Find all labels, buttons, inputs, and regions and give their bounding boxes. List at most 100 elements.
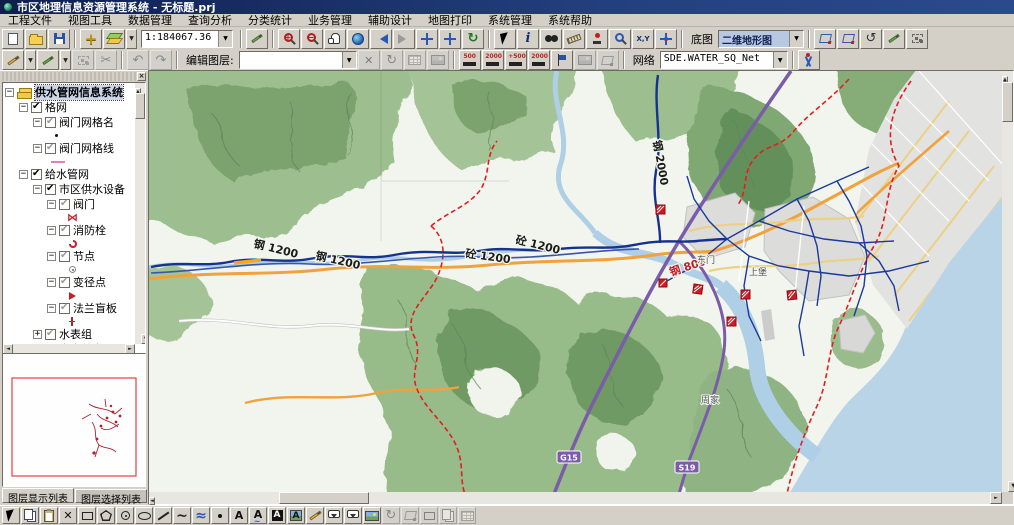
map-horizontal-scrollbar[interactable]: ◄ ► [149, 492, 1002, 504]
previous-view-button[interactable] [370, 29, 392, 49]
collapse-icon[interactable] [47, 278, 56, 287]
expand-icon[interactable] [33, 330, 42, 339]
layer-checkbox[interactable] [59, 251, 70, 262]
pencil-tool-button[interactable] [37, 50, 59, 70]
measure-button[interactable] [563, 29, 585, 49]
collapse-icon[interactable] [19, 170, 28, 179]
zoom-out-button[interactable]: − [301, 29, 323, 49]
layer-checkbox[interactable] [31, 102, 42, 113]
sketch-tool-dropdown[interactable]: ▼ [25, 50, 36, 70]
draw-polygon-button[interactable] [97, 507, 115, 524]
draw-rectangle-button[interactable] [78, 507, 96, 524]
collapse-icon[interactable] [5, 88, 14, 97]
layer-manager-dropdown[interactable]: ▼ [126, 29, 137, 49]
overview-map[interactable] [2, 353, 146, 487]
text-pen-button[interactable] [306, 507, 324, 524]
annotation-500-button[interactable]: 500 [459, 50, 481, 70]
menu-system-management[interactable]: 系统管理 [480, 14, 540, 27]
map-vertical-scrollbar[interactable]: ▲ ▼ [1002, 71, 1013, 492]
select-feature-button[interactable] [494, 29, 516, 49]
full-extent-button[interactable] [347, 29, 369, 49]
tree-node-grid[interactable]: 格网 [3, 100, 135, 115]
sketch-tool-button[interactable] [2, 50, 24, 70]
edit-layer-dropdown[interactable]: ▼ [342, 52, 356, 68]
pointer-flash-tool-button[interactable] [246, 29, 268, 49]
menu-assist-design[interactable]: 辅助设计 [360, 14, 420, 27]
layer-manager-button[interactable] [103, 29, 125, 49]
annotation-plus500-button[interactable]: +500 [505, 50, 527, 70]
network-combo[interactable]: SDE.WATER_SQ_Net ▼ [660, 51, 788, 69]
menu-project-file[interactable]: 工程文件 [0, 14, 60, 27]
collapse-icon[interactable] [47, 226, 56, 235]
select-annotation-button[interactable] [2, 507, 20, 524]
map-vscroll-thumb[interactable] [1002, 82, 1013, 122]
center-map-button[interactable] [655, 29, 677, 49]
basemap-combo[interactable]: 二维地形图 ▼ [718, 30, 804, 48]
title-bar[interactable]: 市区地理信息资源管理系统 - 无标题.prj [0, 0, 1014, 14]
reshape-button[interactable] [837, 29, 859, 49]
rotate-shape-button[interactable]: ↺ [860, 29, 882, 49]
collapse-icon[interactable] [33, 118, 42, 127]
layer-tree-viewport[interactable]: 供水管网信息系统 格网 阀门网格名 [3, 83, 135, 344]
collapse-icon[interactable] [19, 103, 28, 112]
scroll-down-button[interactable]: ▼ [141, 334, 146, 344]
panel-grip[interactable]: × [2, 72, 146, 81]
menu-map-print[interactable]: 地图打印 [420, 14, 480, 27]
copy-button[interactable] [21, 507, 39, 524]
pencil-tool-dropdown[interactable]: ▼ [60, 50, 71, 70]
layer-checkbox[interactable] [59, 225, 70, 236]
basemap-dropdown[interactable]: ▼ [789, 31, 803, 47]
map-scroll-right-button[interactable]: ► [990, 492, 1002, 504]
zoom-center-button[interactable] [439, 29, 461, 49]
menu-data-management[interactable]: 数据管理 [120, 14, 180, 27]
tree-node-valve-grid-name[interactable]: 阀门网格名 [3, 115, 135, 130]
identify-button[interactable]: i [517, 29, 539, 49]
map-hscroll-thumb[interactable] [279, 492, 369, 504]
collapse-icon[interactable] [47, 200, 56, 209]
open-project-button[interactable] [25, 29, 47, 49]
pan-button[interactable] [324, 29, 346, 49]
offset-shape-button[interactable] [906, 29, 928, 49]
scroll-thumb[interactable] [135, 93, 145, 119]
scale-dropdown[interactable]: ▼ [218, 31, 232, 47]
menu-query-analysis[interactable]: 查询分析 [180, 14, 240, 27]
menu-view-tools[interactable]: 视图工具 [60, 14, 120, 27]
tree-node-node[interactable]: 节点 [3, 249, 135, 264]
panel-close-button[interactable]: × [137, 72, 146, 81]
zoom-in-button[interactable]: + [278, 29, 300, 49]
tree-node-hydrant[interactable]: 消防栓 [3, 223, 135, 238]
collapse-icon[interactable] [33, 185, 42, 194]
map-scroll-left-button[interactable]: ◄ [149, 497, 155, 505]
text-block-button[interactable] [268, 507, 286, 524]
text-picture-button[interactable] [287, 507, 305, 524]
draw-freehand-button[interactable]: ≈ [192, 507, 210, 524]
layer-checkbox[interactable] [45, 117, 56, 128]
draw-circle-button[interactable] [116, 507, 134, 524]
new-document-button[interactable] [2, 29, 24, 49]
gps-locate-button[interactable] [586, 29, 608, 49]
draw-ellipse-button[interactable] [135, 507, 153, 524]
text-along-line-button[interactable]: A [249, 507, 267, 524]
refresh-button[interactable]: ↻ [462, 29, 484, 49]
search-button[interactable] [609, 29, 631, 49]
annotation-2000b-button[interactable]: 2000 [528, 50, 550, 70]
delete-annotation-button[interactable]: ✕ [59, 507, 77, 524]
find-button[interactable] [540, 29, 562, 49]
map-scroll-down-button[interactable]: ▼ [1008, 481, 1014, 492]
menu-system-help[interactable]: 系统帮助 [540, 14, 600, 27]
tree-node-city-equipment[interactable]: 市区供水设备 [3, 182, 135, 197]
layer-checkbox[interactable] [59, 277, 70, 288]
add-layer-button[interactable]: + [80, 29, 102, 49]
tree-vertical-scrollbar[interactable]: ▲ ▼ [135, 83, 145, 344]
collapse-icon[interactable] [33, 144, 42, 153]
text-button[interactable]: A [230, 507, 248, 524]
layer-checkbox[interactable] [31, 169, 42, 180]
collapse-icon[interactable] [47, 252, 56, 261]
tree-root-label[interactable]: 供水管网信息系统 [35, 85, 123, 100]
mirror-shape-button[interactable] [883, 29, 905, 49]
tab-layer-select-list[interactable]: 图层选择列表 [75, 489, 147, 503]
tree-node-valve[interactable]: 阀门 [3, 197, 135, 212]
layer-checkbox[interactable] [59, 303, 70, 314]
edit-layer-combo[interactable]: ▼ [239, 51, 357, 69]
network-analysis-button[interactable] [798, 50, 820, 70]
